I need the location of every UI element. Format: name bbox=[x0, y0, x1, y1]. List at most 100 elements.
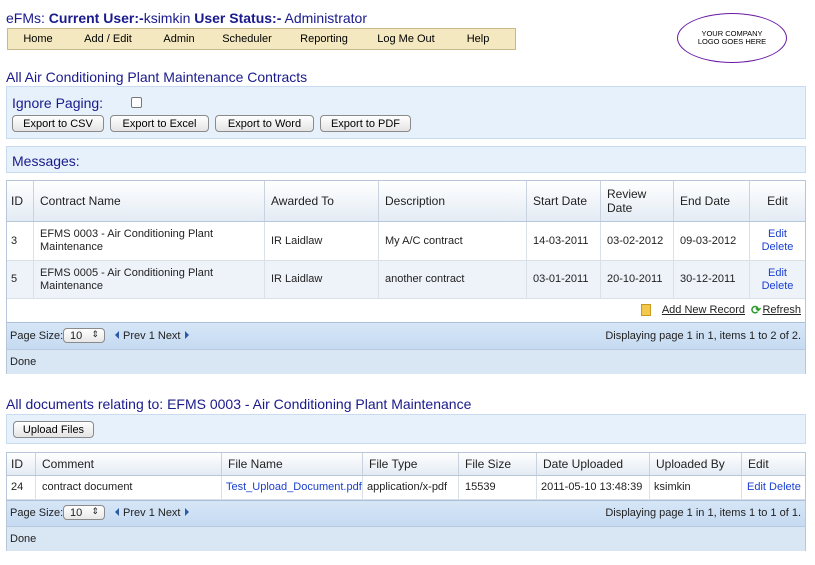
cell-uploaded-by: ksimkin bbox=[649, 476, 741, 499]
prev-link[interactable]: Prev bbox=[123, 507, 146, 519]
col-end-date[interactable]: End Date bbox=[673, 181, 749, 221]
cell-contract-name: EFMS 0003 - Air Conditioning Plant Maint… bbox=[33, 222, 264, 260]
col-uploaded-by[interactable]: Uploaded By bbox=[649, 453, 741, 475]
col-file-type[interactable]: File Type bbox=[362, 453, 458, 475]
documents-pager: Page Size: 10 ⇕ Prev 1 Next Displaying p… bbox=[7, 500, 805, 527]
page-size-select[interactable]: 10 ⇕ bbox=[63, 505, 105, 520]
page-number[interactable]: 1 bbox=[149, 330, 155, 342]
ignore-paging-label: Ignore Paging: bbox=[12, 95, 104, 111]
edit-link[interactable]: Edit bbox=[747, 481, 766, 494]
user-status-label: User Status:- bbox=[194, 10, 282, 26]
upload-panel: Upload Files bbox=[6, 414, 806, 444]
documents-header-row: ID Comment File Name File Type File Size… bbox=[7, 453, 805, 476]
contracts-header-row: ID Contract Name Awarded To Description … bbox=[7, 181, 805, 222]
stepper-icon: ⇕ bbox=[91, 506, 99, 516]
page-size-select[interactable]: 10 ⇕ bbox=[63, 328, 105, 343]
page-size-label: Page Size: bbox=[10, 507, 64, 519]
stepper-icon: ⇕ bbox=[91, 329, 99, 339]
col-id[interactable]: ID bbox=[7, 181, 33, 221]
cell-awarded-to: IR Laidlaw bbox=[264, 261, 378, 298]
col-file-size[interactable]: File Size bbox=[458, 453, 536, 475]
col-file-name[interactable]: File Name bbox=[221, 453, 362, 475]
documents-title: All documents relating to: EFMS 0003 - A… bbox=[6, 396, 472, 412]
cell-description: another contract bbox=[378, 261, 526, 298]
page-size-value: 10 bbox=[70, 506, 83, 519]
edit-link[interactable]: Edit bbox=[768, 267, 787, 280]
col-edit: Edit bbox=[749, 181, 805, 221]
cell-id: 3 bbox=[11, 234, 18, 247]
logo-text: YOUR COMPANY LOGO GOES HERE bbox=[697, 29, 767, 46]
next-arrow-icon bbox=[184, 508, 189, 516]
page-size-label: Page Size: bbox=[10, 330, 64, 342]
pager-nav: Prev 1 Next bbox=[115, 507, 189, 519]
cell-description: My A/C contract bbox=[378, 222, 526, 260]
contracts-title: All Air Conditioning Plant Maintenance C… bbox=[6, 69, 308, 85]
export-excel-button[interactable]: Export to Excel bbox=[110, 115, 209, 132]
cell-awarded-to: IR Laidlaw bbox=[264, 222, 378, 260]
status-text: Done bbox=[10, 533, 37, 545]
command-row: Add New Record ⟳ Refresh bbox=[7, 299, 805, 322]
menu-reporting[interactable]: Reporting bbox=[284, 33, 364, 45]
contracts-grid: ID Contract Name Awarded To Description … bbox=[6, 180, 806, 374]
menu-scheduler[interactable]: Scheduler bbox=[210, 33, 284, 45]
cell-review-date: 20-10-2011 bbox=[600, 261, 673, 298]
next-link[interactable]: Next bbox=[158, 507, 181, 519]
table-row: 3 EFMS 0003 - Air Conditioning Plant Mai… bbox=[7, 222, 805, 261]
menu-add-edit[interactable]: Add / Edit bbox=[68, 33, 148, 45]
user-status: Administrator bbox=[284, 10, 367, 26]
status-text: Done bbox=[10, 356, 37, 368]
paging-info: Displaying page 1 in 1, items 1 to 1 of … bbox=[605, 507, 801, 519]
prev-link[interactable]: Prev bbox=[123, 330, 146, 342]
cell-contract-name: EFMS 0005 - Air Conditioning Plant Maint… bbox=[33, 261, 264, 298]
menu-home[interactable]: Home bbox=[8, 33, 68, 45]
cell-id: 5 bbox=[11, 273, 18, 285]
cell-id: 24 bbox=[11, 481, 24, 493]
file-link[interactable]: Test_Upload_Document.pdf bbox=[226, 481, 362, 494]
main-menu: Home Add / Edit Admin Scheduler Reportin… bbox=[7, 28, 516, 50]
next-link[interactable]: Next bbox=[158, 330, 181, 342]
current-user: ksimkin bbox=[143, 10, 191, 26]
cell-edit: Edit Delete bbox=[749, 222, 805, 260]
user-header: eFMs: Current User:-ksimkin User Status:… bbox=[6, 10, 367, 26]
cell-end-date: 30-12-2011 bbox=[673, 261, 749, 298]
messages-label: Messages: bbox=[12, 153, 80, 169]
documents-status-bar: Done bbox=[7, 526, 805, 551]
menu-help[interactable]: Help bbox=[448, 33, 508, 45]
col-contract-name[interactable]: Contract Name bbox=[33, 181, 264, 221]
cell-edit: Edit Delete bbox=[741, 476, 805, 499]
col-id[interactable]: ID bbox=[7, 453, 35, 475]
paging-info: Displaying page 1 in 1, items 1 to 2 of … bbox=[605, 330, 801, 342]
pager-nav: Prev 1 Next bbox=[115, 330, 189, 342]
delete-link[interactable]: Delete bbox=[762, 280, 794, 293]
app-name: eFMs: bbox=[6, 10, 45, 26]
edit-link[interactable]: Edit bbox=[768, 228, 787, 241]
cell-comment: contract document bbox=[35, 476, 221, 499]
table-row: 24 contract document Test_Upload_Documen… bbox=[7, 476, 805, 500]
col-description[interactable]: Description bbox=[378, 181, 526, 221]
cell-edit: Edit Delete bbox=[749, 261, 805, 298]
refresh-link[interactable]: Refresh bbox=[762, 304, 801, 316]
export-panel: Ignore Paging: Export to CSV Export to E… bbox=[6, 86, 806, 139]
delete-link[interactable]: Delete bbox=[769, 481, 801, 494]
upload-files-button[interactable]: Upload Files bbox=[13, 421, 94, 438]
col-awarded-to[interactable]: Awarded To bbox=[264, 181, 378, 221]
ignore-paging-checkbox[interactable] bbox=[131, 97, 142, 108]
cell-start-date: 14-03-2011 bbox=[526, 222, 600, 260]
page-number[interactable]: 1 bbox=[149, 507, 155, 519]
col-start-date[interactable]: Start Date bbox=[526, 181, 600, 221]
col-date-uploaded[interactable]: Date Uploaded bbox=[536, 453, 649, 475]
contracts-pager: Page Size: 10 ⇕ Prev 1 Next Displaying p… bbox=[7, 322, 805, 350]
add-record-icon bbox=[641, 304, 651, 316]
export-word-button[interactable]: Export to Word bbox=[215, 115, 314, 132]
export-pdf-button[interactable]: Export to PDF bbox=[320, 115, 411, 132]
add-new-record-link[interactable]: Add New Record bbox=[662, 304, 745, 316]
export-csv-button[interactable]: Export to CSV bbox=[12, 115, 104, 132]
menu-admin[interactable]: Admin bbox=[148, 33, 210, 45]
menu-log-out[interactable]: Log Me Out bbox=[364, 33, 448, 45]
next-arrow-icon bbox=[184, 331, 189, 339]
col-comment[interactable]: Comment bbox=[35, 453, 221, 475]
documents-grid: ID Comment File Name File Type File Size… bbox=[6, 452, 806, 551]
cell-end-date: 09-03-2012 bbox=[673, 222, 749, 260]
col-review-date[interactable]: Review Date bbox=[600, 181, 666, 221]
delete-link[interactable]: Delete bbox=[762, 241, 794, 254]
